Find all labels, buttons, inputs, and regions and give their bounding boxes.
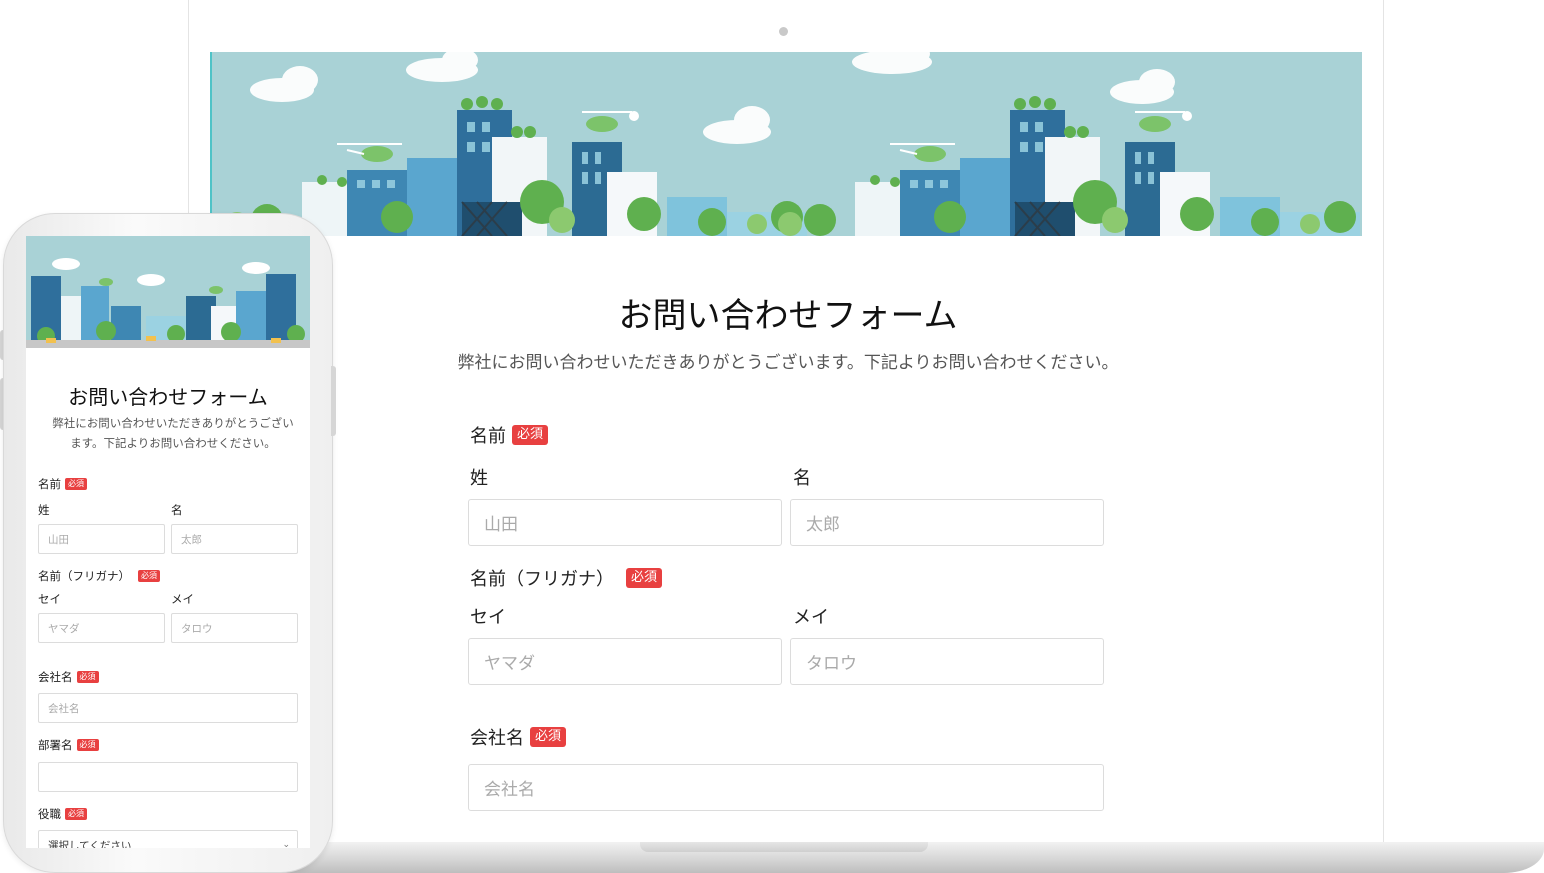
name-label-text: 名前 xyxy=(470,426,506,447)
name-kana-label-text: 名前（フリガナ） xyxy=(470,569,614,590)
phone-last-name-kana-label: セイ xyxy=(38,592,61,606)
phone-company-label-text: 会社名 xyxy=(38,670,73,684)
phone-name-label: 名前 必須 xyxy=(38,476,87,492)
laptop-notch xyxy=(640,842,928,852)
phone-position-select[interactable]: 選択してください ⌄ xyxy=(38,830,298,848)
name-kana-label: 名前（フリガナ） 必須 xyxy=(470,565,663,591)
city-banner-image xyxy=(212,52,1362,236)
phone-position-label: 役職 必須 xyxy=(38,806,87,822)
chevron-down-icon: ⌄ xyxy=(282,840,290,848)
first-name-input[interactable]: 太郎 xyxy=(790,499,1104,546)
required-badge: 必須 xyxy=(65,478,87,490)
laptop-camera xyxy=(779,27,788,36)
company-label-text: 会社名 xyxy=(470,728,524,749)
phone-department-label-text: 部署名 xyxy=(38,738,73,752)
first-name-kana-label: メイ xyxy=(793,607,829,628)
form-title: お問い合わせフォーム xyxy=(618,296,958,336)
phone-first-name-kana-label: メイ xyxy=(171,592,194,606)
phone-last-name-kana-input[interactable]: ヤマダ xyxy=(38,613,165,643)
first-name-kana-input[interactable]: タロウ xyxy=(790,638,1104,685)
phone-last-name-input[interactable]: 山田 xyxy=(38,524,165,554)
company-input[interactable]: 会社名 xyxy=(468,764,1104,811)
phone-first-name-kana-input[interactable]: タロウ xyxy=(171,613,298,643)
phone-company-input[interactable]: 会社名 xyxy=(38,693,298,723)
laptop-page: お問い合わせフォーム 弊社にお問い合わせいただきありがとうございます。下記よりお… xyxy=(210,52,1362,842)
company-label: 会社名 必須 xyxy=(470,724,567,750)
phone-last-name-label: 姓 xyxy=(38,503,50,517)
first-name-label: 名 xyxy=(793,468,811,489)
phone-department-label: 部署名 必須 xyxy=(38,737,99,753)
phone-company-label: 会社名 必須 xyxy=(38,669,99,685)
last-name-kana-label: セイ xyxy=(470,607,506,628)
phone-name-kana-label: 名前（フリガナ） 必須 xyxy=(38,568,160,584)
phone-description-line1: 弊社にお問い合わせいただきありがとうござい xyxy=(52,416,294,430)
last-name-label: 姓 xyxy=(470,468,488,489)
form-description: 弊社にお問い合わせいただきありがとうございます。下記よりお問い合わせください。 xyxy=(457,353,1119,373)
phone-power-button xyxy=(331,366,336,436)
phone-first-name-label: 名 xyxy=(171,503,183,517)
phone-department-input[interactable] xyxy=(38,762,298,792)
phone-page: お問い合わせフォーム 弊社にお問い合わせいただきありがとうござい ます。下記より… xyxy=(26,236,310,848)
required-badge: 必須 xyxy=(76,739,99,751)
phone-city-banner-image xyxy=(26,236,310,348)
phone-first-name-input[interactable]: 太郎 xyxy=(171,524,298,554)
last-name-input[interactable]: 山田 xyxy=(468,499,782,546)
phone-name-label-text: 名前 xyxy=(38,477,61,491)
last-name-kana-input[interactable]: ヤマダ xyxy=(468,638,782,685)
required-badge: 必須 xyxy=(65,808,87,820)
required-badge: 必須 xyxy=(76,671,99,683)
phone-name-kana-label-text: 名前（フリガナ） xyxy=(38,569,130,583)
phone-form-title: お問い合わせフォーム xyxy=(68,385,268,409)
required-badge: 必須 xyxy=(138,570,160,582)
phone-form-description: 弊社にお問い合わせいただきありがとうござい ます。下記よりお問い合わせください。 xyxy=(44,413,302,453)
required-badge: 必須 xyxy=(530,727,567,747)
phone-description-line2: ます。下記よりお問い合わせください。 xyxy=(70,436,276,450)
required-badge: 必須 xyxy=(626,568,663,588)
name-label: 名前 必須 xyxy=(470,422,549,448)
phone-position-label-text: 役職 xyxy=(38,807,61,821)
phone-position-selected: 選択してください xyxy=(48,839,132,849)
required-badge: 必須 xyxy=(512,425,549,445)
